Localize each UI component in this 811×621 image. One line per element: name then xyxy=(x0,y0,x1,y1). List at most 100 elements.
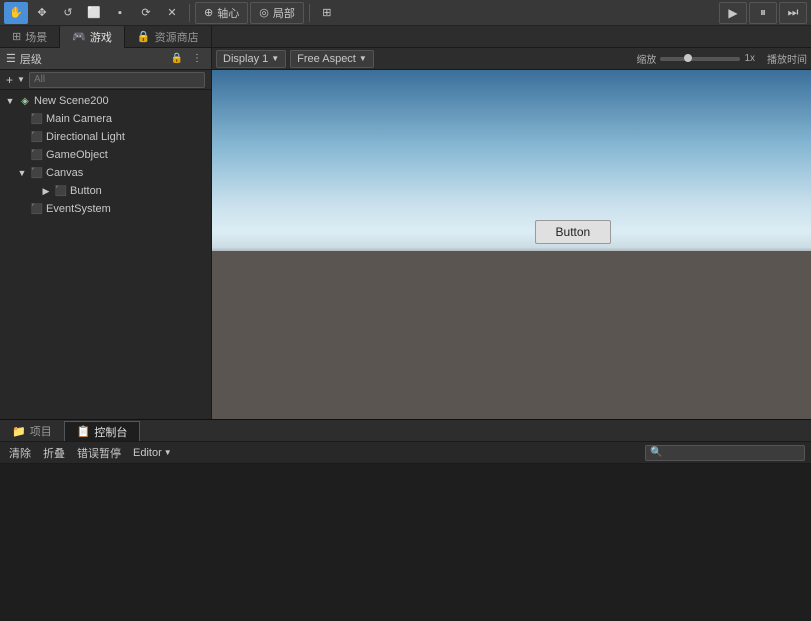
pivot-label: 轴心 xyxy=(217,5,239,21)
pivot-icon: ⊕ xyxy=(204,6,213,19)
tab-store-label: 资源商店 xyxy=(155,29,199,45)
separator-2 xyxy=(309,4,310,22)
camera-label: Main Camera xyxy=(46,113,112,125)
hierarchy-item-directional-light[interactable]: ▶ ⬛ Directional Light xyxy=(0,128,211,146)
tool-transform[interactable]: ⟳ xyxy=(134,2,158,24)
tab-bar: ⊞ 场景 🎮 游戏 🔒 资源商店 xyxy=(0,26,811,48)
console-search-input[interactable] xyxy=(665,447,800,459)
play-button[interactable]: ▶ xyxy=(719,2,747,24)
hierarchy-search-input[interactable] xyxy=(29,72,205,88)
layers-icon: ☰ xyxy=(6,52,16,65)
tab-scene[interactable]: ⊞ 场景 xyxy=(0,26,60,48)
evtsys-icon: ⬛ xyxy=(30,202,44,216)
console-content xyxy=(0,464,811,599)
panel-header-icons: 🔒 ⋮ xyxy=(169,51,205,67)
canvas-arrow: ▼ xyxy=(16,167,28,179)
evtsys-label: EventSystem xyxy=(46,203,111,215)
ground xyxy=(212,251,811,419)
local-icon: ◎ xyxy=(259,6,269,19)
lock-button[interactable]: 🔒 xyxy=(169,51,185,67)
tool-move[interactable]: ✥ xyxy=(30,2,54,24)
play-controls: ▶ ⏸ ⏭ xyxy=(719,2,807,24)
editor-arrow: ▼ xyxy=(164,448,172,457)
local-button[interactable]: ◎ 局部 xyxy=(250,2,304,24)
separator-1 xyxy=(189,4,190,22)
btn-arrow: ▶ xyxy=(40,185,52,197)
hierarchy-panel: ☰ 层级 🔒 ⋮ + ▼ ▼ ◈ New Scene200 ▶ ⬛ Main C… xyxy=(0,48,212,419)
error-pause-button[interactable]: 错误暂停 xyxy=(74,444,124,462)
clear-button[interactable]: 清除 xyxy=(6,444,34,462)
grid-button[interactable]: ⊞ xyxy=(315,2,339,24)
tab-project[interactable]: 📁 项目 xyxy=(0,421,64,441)
hierarchy-item-main-camera[interactable]: ▶ ⬛ Main Camera xyxy=(0,110,211,128)
tab-game-label: 游戏 xyxy=(90,29,112,45)
hierarchy-item-gameobject[interactable]: ▶ ⬛ GameObject xyxy=(0,146,211,164)
hierarchy-header: ☰ 层级 🔒 ⋮ xyxy=(0,48,211,70)
scene-icon: ⊞ xyxy=(12,30,21,43)
tab-scene-label: 场景 xyxy=(25,29,47,45)
store-icon: 🔒 xyxy=(137,30,151,43)
project-tab-label: 项目 xyxy=(30,423,52,439)
scale-slider[interactable] xyxy=(660,57,740,61)
hierarchy-item-canvas[interactable]: ▼ ⬛ Canvas xyxy=(0,164,211,182)
aspect-dropdown[interactable]: Free Aspect ▼ xyxy=(290,50,374,68)
aspect-arrow: ▼ xyxy=(359,54,367,63)
pivot-button[interactable]: ⊕ 轴心 xyxy=(195,2,248,24)
tool-hand[interactable]: ✋ xyxy=(4,2,28,24)
scale-thumb xyxy=(684,54,692,62)
add-button[interactable]: + xyxy=(6,73,13,87)
tool-scale[interactable]: ⬜ xyxy=(82,2,106,24)
more-button[interactable]: ⋮ xyxy=(189,51,205,67)
scene-arrow: ▼ xyxy=(4,95,16,107)
tab-store[interactable]: 🔒 资源商店 xyxy=(125,26,212,48)
console-icon: 📋 xyxy=(77,425,91,438)
tab-console[interactable]: 📋 控制台 xyxy=(64,421,141,441)
hierarchy-item-button[interactable]: ▶ ⬛ Button xyxy=(0,182,211,200)
dropdown-arrow: ▼ xyxy=(17,75,25,84)
game-view-toolbar: Display 1 ▼ Free Aspect ▼ 缩放 1x 播放时间 xyxy=(212,48,811,70)
display-label: Display 1 xyxy=(223,53,268,65)
light-icon: ⬛ xyxy=(30,130,44,144)
aspect-label: Free Aspect xyxy=(297,53,356,65)
bottom-tabs: 📁 项目 📋 控制台 xyxy=(0,420,811,442)
playback-label: 播放时间 xyxy=(767,51,807,66)
tab-game[interactable]: 🎮 游戏 xyxy=(60,26,125,48)
scene-root[interactable]: ▼ ◈ New Scene200 xyxy=(0,92,211,110)
btn-label: Button xyxy=(70,185,102,197)
scene-icon: ◈ xyxy=(18,94,32,108)
canvas-label: Canvas xyxy=(46,167,83,179)
editor-label: Editor xyxy=(133,447,162,459)
local-label: 局部 xyxy=(273,5,295,21)
hierarchy-title: 层级 xyxy=(20,51,42,67)
hierarchy-item-eventsystem[interactable]: ▶ ⬛ EventSystem xyxy=(0,200,211,218)
btn-icon: ⬛ xyxy=(54,184,68,198)
go-icon: ⬛ xyxy=(30,148,44,162)
collapse-button[interactable]: 折叠 xyxy=(40,444,68,462)
game-ui-button[interactable]: Button xyxy=(535,220,612,244)
light-label: Directional Light xyxy=(46,131,125,143)
game-icon: 🎮 xyxy=(72,30,86,43)
bottom-toolbar: 清除 折叠 错误暂停 Editor ▼ 🔍 xyxy=(0,442,811,464)
step-button[interactable]: ⏭ xyxy=(779,2,807,24)
tool-rect[interactable]: ▪ xyxy=(108,2,132,24)
go-label: GameObject xyxy=(46,149,108,161)
top-toolbar: ✋ ✥ ↺ ⬜ ▪ ⟳ ✕ ⊕ 轴心 ◎ 局部 ⊞ ▶ ⏸ ⏭ xyxy=(0,0,811,26)
bottom-panel: 📁 项目 📋 控制台 清除 折叠 错误暂停 Editor ▼ 🔍 xyxy=(0,419,811,599)
editor-dropdown[interactable]: Editor ▼ xyxy=(130,444,175,462)
scene-name: New Scene200 xyxy=(34,95,109,107)
search-icon: 🔍 xyxy=(650,447,662,458)
game-canvas: Button xyxy=(212,70,811,419)
tool-rotate[interactable]: ↺ xyxy=(56,2,80,24)
scale-bar: 缩放 1x 播放时间 xyxy=(636,51,807,66)
tool-custom[interactable]: ✕ xyxy=(160,2,184,24)
hierarchy-tree: ▼ ◈ New Scene200 ▶ ⬛ Main Camera ▶ ⬛ Dir… xyxy=(0,90,211,419)
main-area: ☰ 层级 🔒 ⋮ + ▼ ▼ ◈ New Scene200 ▶ ⬛ Main C… xyxy=(0,48,811,419)
console-search: 🔍 xyxy=(645,445,805,461)
pause-button[interactable]: ⏸ xyxy=(749,2,777,24)
camera-icon: ⬛ xyxy=(30,112,44,126)
display-dropdown[interactable]: Display 1 ▼ xyxy=(216,50,286,68)
scale-label: 缩放 xyxy=(636,51,656,66)
scale-value: 1x xyxy=(744,53,755,64)
hierarchy-search-bar: + ▼ xyxy=(0,70,211,90)
console-tab-label: 控制台 xyxy=(94,424,127,440)
